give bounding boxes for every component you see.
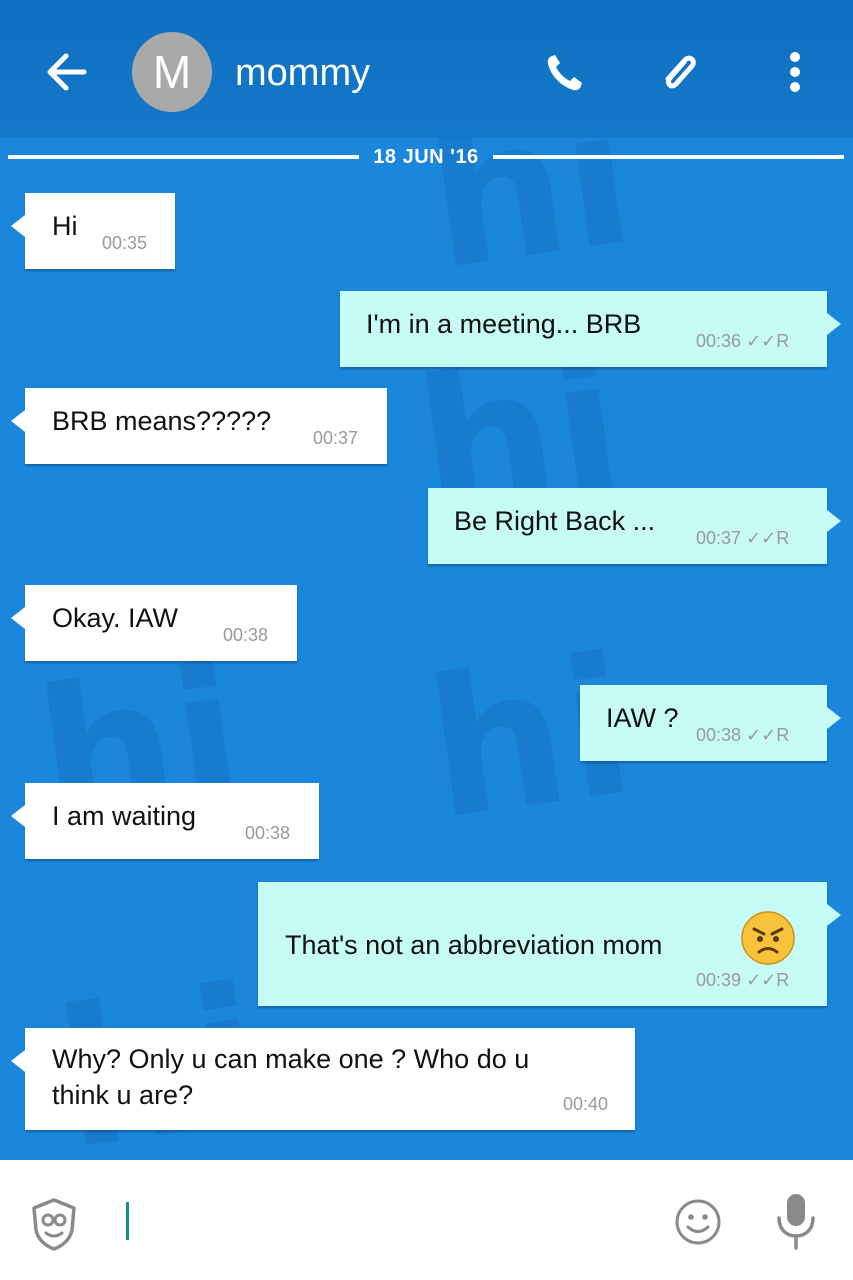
- chat-area[interactable]: hi hi hi hi hi 18 JUN '16 Hi 00:35 I'm i…: [0, 138, 853, 1160]
- paperclip-icon: [665, 55, 696, 89]
- contact-name[interactable]: mommy: [235, 52, 370, 95]
- message-input[interactable]: [110, 1190, 650, 1250]
- avatar[interactable]: M: [132, 32, 212, 112]
- double-check-icon: ✓✓: [746, 331, 777, 351]
- outgoing-message[interactable]: I'm in a meeting... BRB 00:36 ✓✓R: [340, 291, 841, 367]
- phone-icon: [547, 55, 582, 91]
- message-time: 00:35: [102, 233, 148, 253]
- message-time: 00:39 ✓✓R: [696, 970, 789, 991]
- call-button[interactable]: [540, 48, 590, 98]
- message-input-bar: [0, 1160, 853, 1280]
- message-time: 00:37 ✓✓R: [696, 528, 789, 549]
- incoming-message[interactable]: Why? Only u can make one ? Who do u thin…: [11, 1028, 635, 1130]
- emoji-smiley-icon: [675, 1199, 721, 1245]
- read-status: R: [776, 528, 790, 548]
- divider-line: [492, 155, 844, 159]
- message-text: I'm in a meeting... BRB: [366, 309, 642, 339]
- voice-record-button[interactable]: [770, 1190, 822, 1252]
- sticker-button[interactable]: [28, 1196, 80, 1252]
- message-time: 00:37: [313, 428, 359, 448]
- read-status: R: [776, 331, 790, 351]
- double-check-icon: ✓✓: [746, 528, 777, 548]
- date-divider: 18 JUN '16: [8, 144, 844, 170]
- double-check-icon: ✓✓: [746, 970, 777, 990]
- message-text: BRB means?????: [52, 406, 272, 436]
- message-text-line: Why? Only u can make one ? Who do u: [52, 1044, 530, 1074]
- message-time: 00:40: [563, 1094, 609, 1114]
- angry-face-emoji: [740, 910, 796, 966]
- more-options-button[interactable]: [770, 48, 820, 98]
- incoming-message[interactable]: Okay. IAW 00:38: [11, 585, 297, 661]
- message-time-value: 00:36: [696, 331, 742, 351]
- double-check-icon: ✓✓: [746, 725, 777, 745]
- outgoing-message[interactable]: That's not an abbreviation mom 00:39 ✓✓R: [258, 882, 841, 1006]
- message-time: 00:38: [245, 823, 291, 843]
- message-text: Hi: [52, 211, 78, 241]
- message-text: IAW ?: [606, 703, 679, 733]
- message-time: 00:36 ✓✓R: [696, 331, 789, 352]
- read-status: R: [776, 725, 790, 745]
- message-time-value: 00:38: [696, 725, 742, 745]
- attach-button[interactable]: [654, 48, 704, 98]
- more-vert-icon: [790, 52, 800, 92]
- microphone-icon: [777, 1194, 815, 1250]
- message-text: I am waiting: [52, 801, 197, 831]
- message-text: Okay. IAW: [52, 603, 179, 633]
- chat-header: M mommy: [0, 0, 853, 138]
- message-text: That's not an abbreviation mom: [285, 930, 663, 960]
- message-time-value: 00:37: [696, 528, 742, 548]
- message-text-line: think u are?: [52, 1080, 194, 1110]
- message-text: Be Right Back ...: [454, 506, 656, 536]
- incoming-message[interactable]: Hi 00:35: [11, 193, 175, 269]
- date-label: 18 JUN '16: [373, 145, 479, 168]
- incoming-message[interactable]: I am waiting 00:38: [11, 783, 319, 859]
- emoji-button[interactable]: [672, 1196, 724, 1248]
- message-time-value: 00:39: [696, 970, 742, 990]
- message-time: 00:38: [223, 625, 269, 645]
- sticker-face-icon: [32, 1198, 76, 1251]
- outgoing-message[interactable]: Be Right Back ... 00:37 ✓✓R: [428, 488, 841, 564]
- back-button[interactable]: [40, 48, 92, 96]
- incoming-message[interactable]: BRB means????? 00:37: [11, 388, 387, 464]
- back-arrow-icon: [47, 53, 87, 91]
- divider-line: [8, 155, 360, 159]
- outgoing-message[interactable]: IAW ? 00:38 ✓✓R: [580, 685, 841, 761]
- read-status: R: [776, 970, 790, 990]
- message-time: 00:38 ✓✓R: [696, 725, 789, 746]
